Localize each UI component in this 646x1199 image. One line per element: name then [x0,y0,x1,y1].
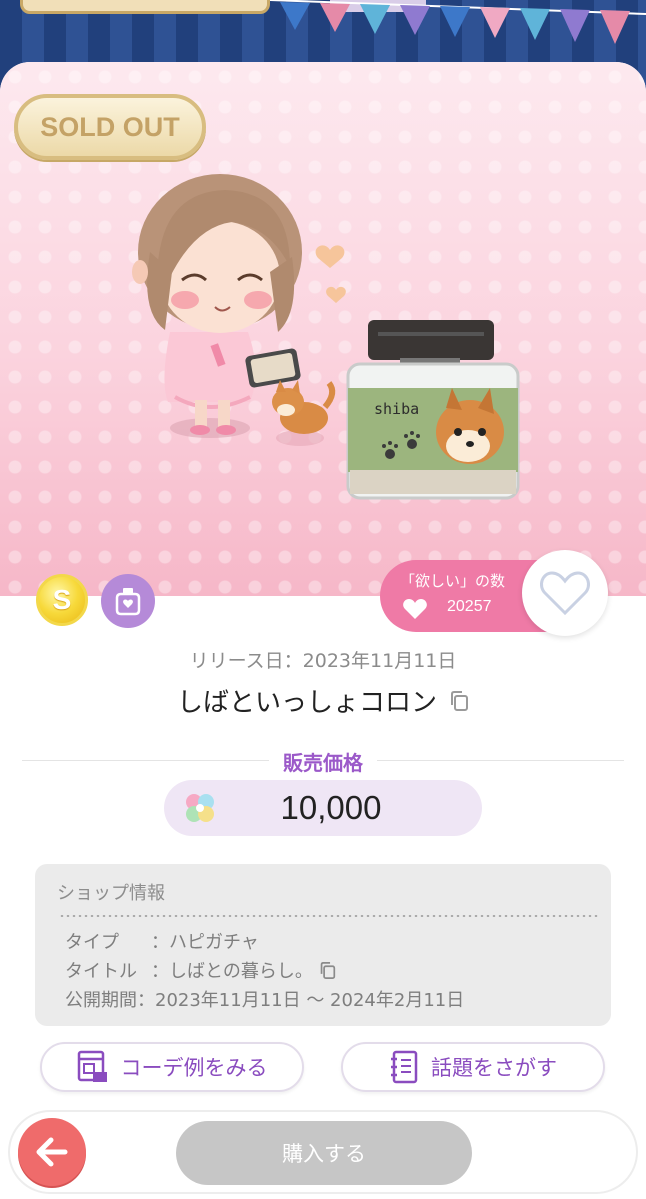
shop-info-title: ショップ情報 [57,883,165,904]
notebook-icon [391,1050,418,1084]
coordinate-card-icon [77,1050,107,1082]
buy-button[interactable]: 購入する [176,1121,472,1185]
arrow-left-icon [36,1137,68,1167]
coin-letter: S [52,584,72,615]
price-value: 10,000 [280,789,382,826]
item-name: しばといっしょコロン [176,688,437,718]
heart-outline-icon [540,571,590,616]
wishlist-count: 20257 [447,598,492,615]
wishlist-button[interactable] [522,550,608,636]
price-title: 販売価格 [0,747,646,776]
shop-title-label: タイトル [65,961,137,982]
shop-period-value: ：2023年11月11日 ～ 2024年2月11日 [137,990,465,1011]
heart-icon [403,599,427,619]
bottle-label-text: shiba [374,400,419,418]
view-coordinate-example-button[interactable]: コーデ例をみる [40,1042,304,1092]
gold-coin-icon: S [36,574,88,626]
shop-info-panel: ショップ情報 タイプ ：ハピガチャ タイトル ：しばとの暮らし。 公開期間 ：2… [35,864,611,1026]
dotted-divider [59,915,599,917]
perfume-bottle-icon [101,574,155,628]
wishlist-label: 「欲しい」の数 [400,572,506,590]
item-detail-card: shiba SOLD OUT S 「欲しい」の数 20257 リリース日：202… [0,62,646,1199]
shop-title-row: タイトル ：しばとの暮らし。 [65,957,336,983]
shop-period-row: 公開期間 ：2023年11月11日 ～ 2024年2月11日 [65,986,464,1012]
item-name-row: しばといっしょコロン [0,682,646,719]
find-topic-label: 話題をさがす [431,1056,557,1080]
shop-type-row: タイプ ：ハピガチャ [65,928,259,954]
find-topic-button[interactable]: 話題をさがす [341,1042,605,1092]
view-coordinate-example-label: コーデ例をみる [120,1056,268,1080]
price-title-text: 販売価格 [269,751,377,775]
copy-icon[interactable] [319,961,336,980]
item-preview: shiba SOLD OUT [0,62,646,596]
shop-type-value: ：ハピガチャ [151,932,259,953]
sold-out-badge: SOLD OUT [14,94,206,160]
bottom-action-bar: 購入する [8,1110,638,1194]
copy-icon[interactable] [449,690,469,712]
release-date: リリース日：2023年11月11日 [189,650,457,672]
shop-type-label: タイプ [65,932,119,953]
back-button[interactable] [18,1118,86,1186]
shop-period-label: 公開期間 [65,990,137,1011]
bunting-decoration [269,0,646,44]
shop-title-value: ：しばとの暮らし。 [151,961,313,982]
price-display: 10,000 [164,780,482,836]
